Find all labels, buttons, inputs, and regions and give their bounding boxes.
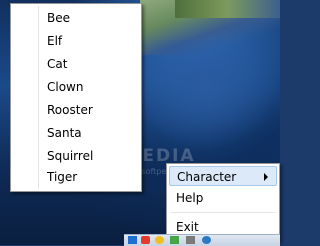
tray-app-icon[interactable]: [155, 236, 164, 244]
tray-context-menu: Character Help Exit: [166, 163, 280, 242]
tray-app-icon[interactable]: [186, 236, 195, 244]
menu-item-character[interactable]: Character: [169, 166, 277, 186]
menu-item-label: Clown: [47, 80, 84, 94]
menu-item-tiger[interactable]: Tiger: [11, 166, 141, 188]
menu-separator: [171, 212, 275, 214]
menu-item-label: Tiger: [47, 170, 78, 184]
tray-app-icon[interactable]: [141, 236, 150, 244]
menu-item-elf[interactable]: Elf: [11, 30, 141, 52]
menu-item-cat[interactable]: Cat: [11, 53, 141, 75]
menu-item-label: Character: [177, 170, 237, 184]
tray-app-icon[interactable]: [202, 236, 211, 244]
wallpaper-water: [130, 40, 280, 150]
menu-item-label: Elf: [47, 34, 63, 48]
menu-item-help[interactable]: Help: [169, 188, 277, 208]
tray-app-icon[interactable]: [170, 236, 179, 244]
menu-item-label: Rooster: [47, 103, 93, 117]
tray-app-icon[interactable]: [128, 236, 137, 244]
wallpaper-rock-edge: [175, 0, 280, 18]
menu-item-label: Santa: [47, 126, 82, 140]
menu-item-squirrel[interactable]: Squirrel: [11, 145, 141, 167]
character-submenu: Bee Elf Cat Clown Rooster Santa Squirrel…: [10, 3, 142, 192]
menu-item-rooster[interactable]: Rooster: [11, 99, 141, 121]
menu-item-label: Cat: [47, 57, 68, 71]
menu-item-label: Help: [176, 191, 204, 205]
menu-item-label: Bee: [47, 11, 70, 25]
menu-item-label: Squirrel: [47, 149, 94, 163]
menu-item-santa[interactable]: Santa: [11, 122, 141, 144]
menu-item-clown[interactable]: Clown: [11, 76, 141, 98]
chevron-right-icon: [264, 173, 268, 181]
menu-item-bee[interactable]: Bee: [11, 7, 141, 29]
